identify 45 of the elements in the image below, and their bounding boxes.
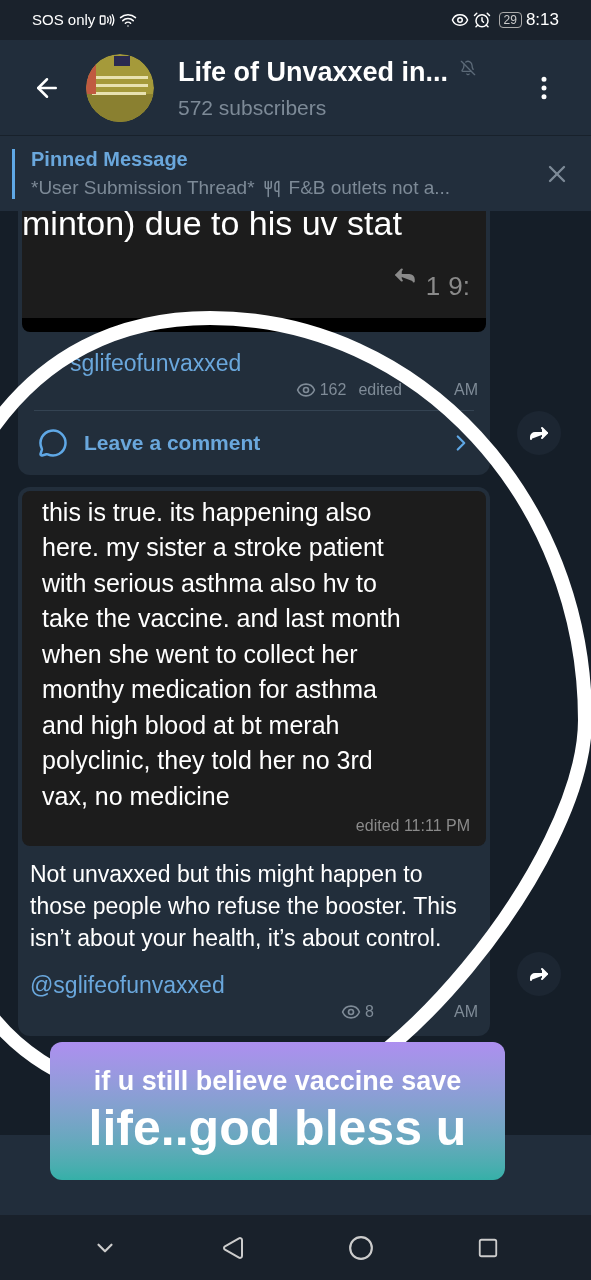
pinned-bar[interactable]: Pinned Message *User Submission Thread* F&B outlets not a... xyxy=(0,135,591,211)
views-icon xyxy=(341,1002,362,1022)
comment-icon xyxy=(38,427,68,458)
comment-button[interactable]: Leave a comment xyxy=(34,410,474,475)
views-icon xyxy=(295,380,316,400)
message-text: Not unvaxxed but this might happen to those people who refuse the booster. This isn’t about your health, it’s about control. xyxy=(29,860,458,953)
screenshot-text: take the vaccine. and last month xyxy=(41,603,402,634)
screenshot-text: vax, no medicine xyxy=(41,780,231,812)
recents-icon[interactable] xyxy=(477,1236,500,1259)
screenshot-text: monthy medication for asthma xyxy=(41,674,378,705)
view-count: 8 xyxy=(365,1002,374,1022)
pinned-text: *User Submission Thread* xyxy=(31,176,255,201)
pinned-text: F&B outlets not a... xyxy=(288,176,451,201)
screenshot-text: here. my sister a stroke patient xyxy=(41,532,385,563)
reply-count: 1 xyxy=(425,270,441,303)
message-time: AM xyxy=(454,1002,478,1022)
screenshot-time: 9: xyxy=(448,270,470,303)
battery-icon: 29 xyxy=(498,12,522,28)
edited-label: edited xyxy=(358,380,402,400)
pinned-label: Pinned Message xyxy=(31,147,189,173)
screenshot-text: with serious asthma also hv to xyxy=(41,567,378,599)
channel-link[interactable]: sglifeofunvaxxed xyxy=(18,332,490,378)
screenshot-text: and high blood at bt merah xyxy=(41,709,341,741)
channel-title: Life of Unvaxxed in... xyxy=(178,55,449,89)
channel-link[interactable]: @sglifeofunvaxxed xyxy=(18,954,490,1000)
eye-icon xyxy=(450,11,469,29)
view-count: 162 xyxy=(319,380,347,400)
carrier-text: SOS only xyxy=(32,9,96,30)
wifi-icon xyxy=(119,11,138,29)
screenshot-time: edited 11:11 PM xyxy=(355,816,470,836)
cutlery-icon xyxy=(262,179,281,198)
message-time: AM xyxy=(454,380,478,400)
screenshot-text: when she went to collect her xyxy=(41,638,359,670)
screenshot-text: this is true. its happening also xyxy=(41,496,373,528)
back-icon[interactable] xyxy=(220,1235,245,1260)
forward-button[interactable] xyxy=(517,952,561,996)
alarm-icon xyxy=(472,11,491,29)
screenshot-text: minton) due to his uv stat xyxy=(22,211,403,243)
subscriber-count: 572 subscribers xyxy=(178,95,328,121)
sticker-text: if u still believe vaccine save xyxy=(93,1065,462,1098)
home-icon[interactable] xyxy=(348,1234,375,1261)
screenshot-text: polyclinic, they told her no 3rd xyxy=(41,745,374,776)
sticker-text: life..god bless u xyxy=(88,1099,467,1158)
clock: 8:13 xyxy=(525,9,559,32)
forward-button[interactable] xyxy=(517,410,561,455)
